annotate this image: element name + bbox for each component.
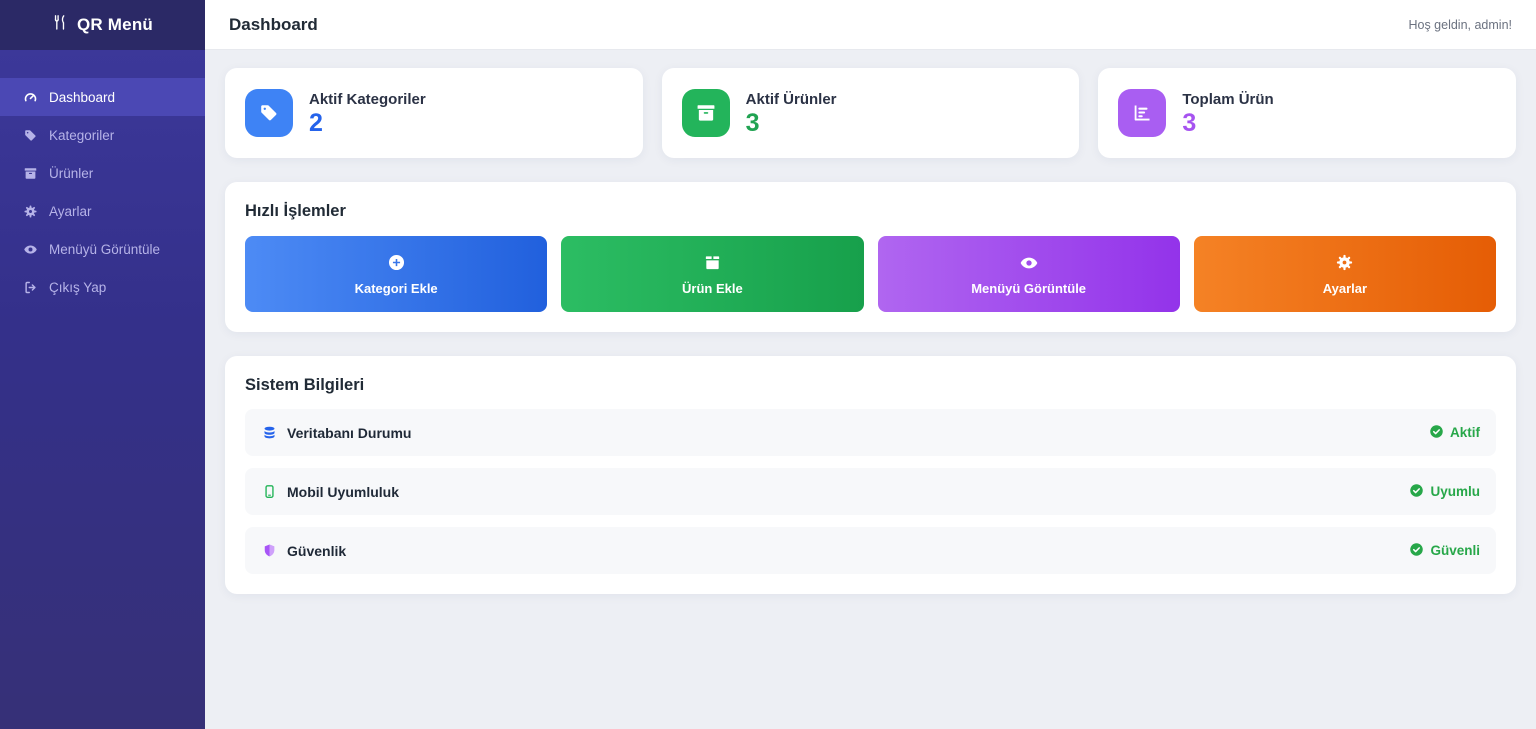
stat-texts: Toplam Ürün 3 [1182, 91, 1273, 136]
greeting-text: Hoş geldin, admin! [1408, 18, 1512, 32]
sidebar-item-label: Ürünler [49, 166, 93, 181]
sidebar: QR Menü Dashboard Kategoriler [0, 0, 205, 729]
stat-label: Aktif Ürünler [746, 91, 837, 108]
mobile-icon [261, 484, 277, 500]
utensils-icon [52, 14, 69, 36]
sidebar-item-dashboard[interactable]: Dashboard [0, 78, 205, 116]
row-left: Güvenlik [261, 543, 346, 559]
box-icon [703, 253, 722, 273]
row-left: Mobil Uyumluluk [261, 484, 399, 500]
system-info-title: Sistem Bilgileri [245, 376, 1496, 395]
stat-card-aktif-kategoriler: Aktif Kategoriler 2 [225, 68, 643, 158]
quick-actions-card: Hızlı İşlemler Kategori Ekle [225, 182, 1516, 332]
row-label: Veritabanı Durumu [287, 425, 411, 441]
stat-label: Aktif Kategoriler [309, 91, 426, 108]
urun-ekle-button[interactable]: Ürün Ekle [561, 236, 863, 312]
sidebar-item-menuyu-goruntule[interactable]: Menüyü Görüntüle [0, 230, 205, 268]
stat-card-aktif-urunler: Aktif Ürünler 3 [662, 68, 1080, 158]
kategori-ekle-button[interactable]: Kategori Ekle [245, 236, 547, 312]
stat-value: 2 [309, 111, 426, 136]
button-label: Kategori Ekle [355, 281, 438, 296]
stat-cards-row: Aktif Kategoriler 2 Aktif Ürünler 3 [225, 68, 1516, 158]
tags-icon [22, 127, 38, 143]
sidebar-item-label: Menüyü Görüntüle [49, 242, 160, 257]
sidebar-item-label: Kategoriler [49, 128, 114, 143]
status-badge: Güvenli [1409, 542, 1480, 560]
status-text: Güvenli [1430, 543, 1480, 558]
stat-texts: Aktif Ürünler 3 [746, 91, 837, 136]
app-root: QR Menü Dashboard Kategoriler [0, 0, 1536, 729]
sign-out-icon [22, 279, 38, 295]
check-circle-icon [1409, 542, 1424, 560]
sidebar-item-kategoriler[interactable]: Kategoriler [0, 116, 205, 154]
stat-value: 3 [1182, 111, 1273, 136]
tags-icon [245, 89, 293, 137]
system-row-mobil: Mobil Uyumluluk Uyumlu [245, 468, 1496, 515]
gear-icon [22, 203, 38, 219]
plus-circle-icon [387, 253, 406, 273]
shield-icon [261, 543, 277, 559]
page-title: Dashboard [229, 15, 318, 35]
sidebar-item-urunler[interactable]: Ürünler [0, 154, 205, 192]
box-icon [22, 165, 38, 181]
stat-card-toplam-urun: Toplam Ürün 3 [1098, 68, 1516, 158]
stat-label: Toplam Ürün [1182, 91, 1273, 108]
main-area: Dashboard Hoş geldin, admin! Aktif Kateg… [205, 0, 1536, 729]
system-row-guvenlik: Güvenlik Güvenli [245, 527, 1496, 574]
system-row-veritabani: Veritabanı Durumu Aktif [245, 409, 1496, 456]
system-info-card: Sistem Bilgileri Veritabanı Dur [225, 356, 1516, 594]
eye-icon [1019, 253, 1039, 273]
gauge-icon [22, 89, 38, 105]
brand-title: QR Menü [77, 15, 153, 35]
check-circle-icon [1409, 483, 1424, 501]
menuyu-goruntule-button[interactable]: Menüyü Görüntüle [878, 236, 1180, 312]
system-info-rows: Veritabanı Durumu Aktif [245, 409, 1496, 574]
gear-icon [1335, 253, 1354, 273]
brand: QR Menü [0, 0, 205, 50]
quick-actions-title: Hızlı İşlemler [245, 202, 1496, 221]
ayarlar-button[interactable]: Ayarlar [1194, 236, 1496, 312]
sidebar-item-label: Çıkış Yap [49, 280, 106, 295]
stat-value: 3 [746, 111, 837, 136]
sidebar-item-label: Ayarlar [49, 204, 92, 219]
sidebar-item-label: Dashboard [49, 90, 115, 105]
eye-icon [22, 241, 38, 257]
status-text: Uyumlu [1430, 484, 1480, 499]
button-label: Ürün Ekle [682, 281, 743, 296]
sidebar-item-cikis-yap[interactable]: Çıkış Yap [0, 268, 205, 306]
quick-actions-grid: Kategori Ekle Ürün Ekle [245, 236, 1496, 312]
chart-bar-icon [1118, 89, 1166, 137]
topbar: Dashboard Hoş geldin, admin! [205, 0, 1536, 50]
status-badge: Aktif [1429, 424, 1480, 442]
status-badge: Uyumlu [1409, 483, 1480, 501]
button-label: Ayarlar [1323, 281, 1367, 296]
button-label: Menüyü Görüntüle [971, 281, 1086, 296]
database-icon [261, 425, 277, 441]
stat-texts: Aktif Kategoriler 2 [309, 91, 426, 136]
sidebar-item-ayarlar[interactable]: Ayarlar [0, 192, 205, 230]
check-circle-icon [1429, 424, 1444, 442]
content: Aktif Kategoriler 2 Aktif Ürünler 3 [205, 50, 1536, 729]
row-label: Mobil Uyumluluk [287, 484, 399, 500]
row-left: Veritabanı Durumu [261, 425, 411, 441]
box-icon [682, 89, 730, 137]
status-text: Aktif [1450, 425, 1480, 440]
sidebar-nav: Dashboard Kategoriler Ürünler [0, 78, 205, 306]
row-label: Güvenlik [287, 543, 346, 559]
